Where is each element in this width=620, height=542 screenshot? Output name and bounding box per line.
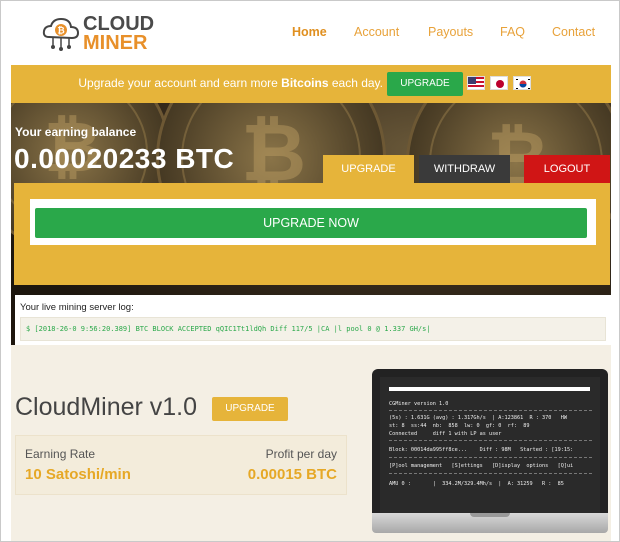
tab-withdraw[interactable]: WITHDRAW	[419, 155, 510, 183]
korea-flag-icon[interactable]	[513, 76, 531, 90]
upgrade-now-button[interactable]: UPGRADE NOW	[35, 208, 587, 238]
logo-line-miner: MINER	[83, 32, 148, 54]
product-title: CloudMiner v1.0	[15, 393, 198, 421]
terminal-line: AMU 0 : | 334.2M/329.4Mh/s | A: 31259 R …	[389, 481, 564, 487]
nav-home[interactable]: Home	[292, 25, 327, 39]
site-header: ₿ CLOUD MINER Home Account Payouts FAQ C…	[1, 1, 619, 65]
logo[interactable]: ₿ CLOUD MINER	[41, 13, 161, 55]
banner-text: Upgrade your account and earn more Bitco…	[11, 76, 383, 90]
laptop-base	[372, 513, 608, 533]
balance-hero: ₿ ₿ ₿ Your earning balance 0.00020233 BT…	[11, 103, 611, 345]
earning-rate-value: 10 Satoshi/min	[25, 466, 131, 483]
laptop-illustration: CGMiner version 1.0 (5s) : 1.631G (avg) …	[372, 369, 608, 533]
terminal-line: CGMiner version 1.0	[389, 401, 449, 407]
svg-text:₿: ₿	[57, 26, 64, 37]
us-flag-icon[interactable]	[467, 76, 485, 90]
banner-text-before: Upgrade your account and earn more	[78, 76, 282, 90]
nav-account[interactable]: Account	[354, 25, 399, 39]
bitcoin-cloud-icon: ₿	[42, 17, 80, 51]
terminal-separator	[389, 457, 592, 458]
profit-per-day-label: Profit per day	[265, 447, 337, 461]
balance-label: Your earning balance	[15, 125, 137, 139]
banner-text-after: each day.	[328, 76, 383, 90]
terminal-line: st: 8 ss:44 nb: 858 lw: 0 gf: 0 rf: 89	[389, 423, 530, 429]
tab-logout[interactable]: LOGOUT	[524, 155, 610, 183]
banner-upgrade-button[interactable]: UPGRADE	[387, 72, 463, 96]
nav-contact[interactable]: Contact	[552, 25, 595, 39]
earning-rate-label: Earning Rate	[25, 447, 96, 461]
upgrade-panel-inner: UPGRADE NOW	[30, 199, 596, 245]
terminal-screen: CGMiner version 1.0 (5s) : 1.631G (avg) …	[380, 377, 600, 513]
terminal-separator	[389, 440, 592, 441]
logo-text: CLOUD MINER	[83, 14, 154, 54]
balance-value: 0.00020233 BTC	[14, 143, 235, 174]
upgrade-banner: Upgrade your account and earn more Bitco…	[11, 65, 611, 103]
profit-per-day-value: 0.00015 BTC	[247, 466, 337, 483]
laptop-screen: CGMiner version 1.0 (5s) : 1.631G (avg) …	[372, 369, 608, 513]
laptop-notch	[470, 513, 510, 517]
product-section: CloudMiner v1.0 UPGRADE Earning Rate 10 …	[11, 345, 611, 541]
nav-faq[interactable]: FAQ	[500, 25, 525, 39]
mining-log: Your live mining server log: $ [2018-26-…	[15, 295, 611, 345]
product-upgrade-button[interactable]: UPGRADE	[212, 397, 288, 421]
log-line: $ [2018-26-0 9:56:20.389] BTC BLOCK ACCE…	[20, 317, 606, 341]
terminal-separator	[389, 473, 592, 474]
terminal-separator	[389, 410, 592, 411]
nav-payouts[interactable]: Payouts	[428, 25, 473, 39]
log-title: Your live mining server log:	[20, 302, 134, 313]
tab-upgrade[interactable]: UPGRADE	[323, 155, 414, 183]
banner-text-bold: Bitcoins	[281, 76, 329, 90]
terminal-bar	[389, 387, 590, 391]
terminal-line: [P]ool management [S]ettings [D]isplay o…	[389, 463, 574, 469]
terminal-line: Block: 00014da995ff8ce... Diff : 98M Sta…	[389, 447, 574, 453]
terminal-line: (5s) : 1.631G (avg) : 1.317Gh/s | A:1238…	[389, 415, 568, 421]
japan-flag-icon[interactable]	[490, 76, 508, 90]
rate-box: Earning Rate 10 Satoshi/min Profit per d…	[15, 435, 347, 495]
page: ₿ CLOUD MINER Home Account Payouts FAQ C…	[0, 0, 620, 542]
terminal-line: Connected diff 1 with LP as user	[389, 431, 502, 437]
upgrade-panel: UPGRADE NOW	[14, 183, 610, 285]
